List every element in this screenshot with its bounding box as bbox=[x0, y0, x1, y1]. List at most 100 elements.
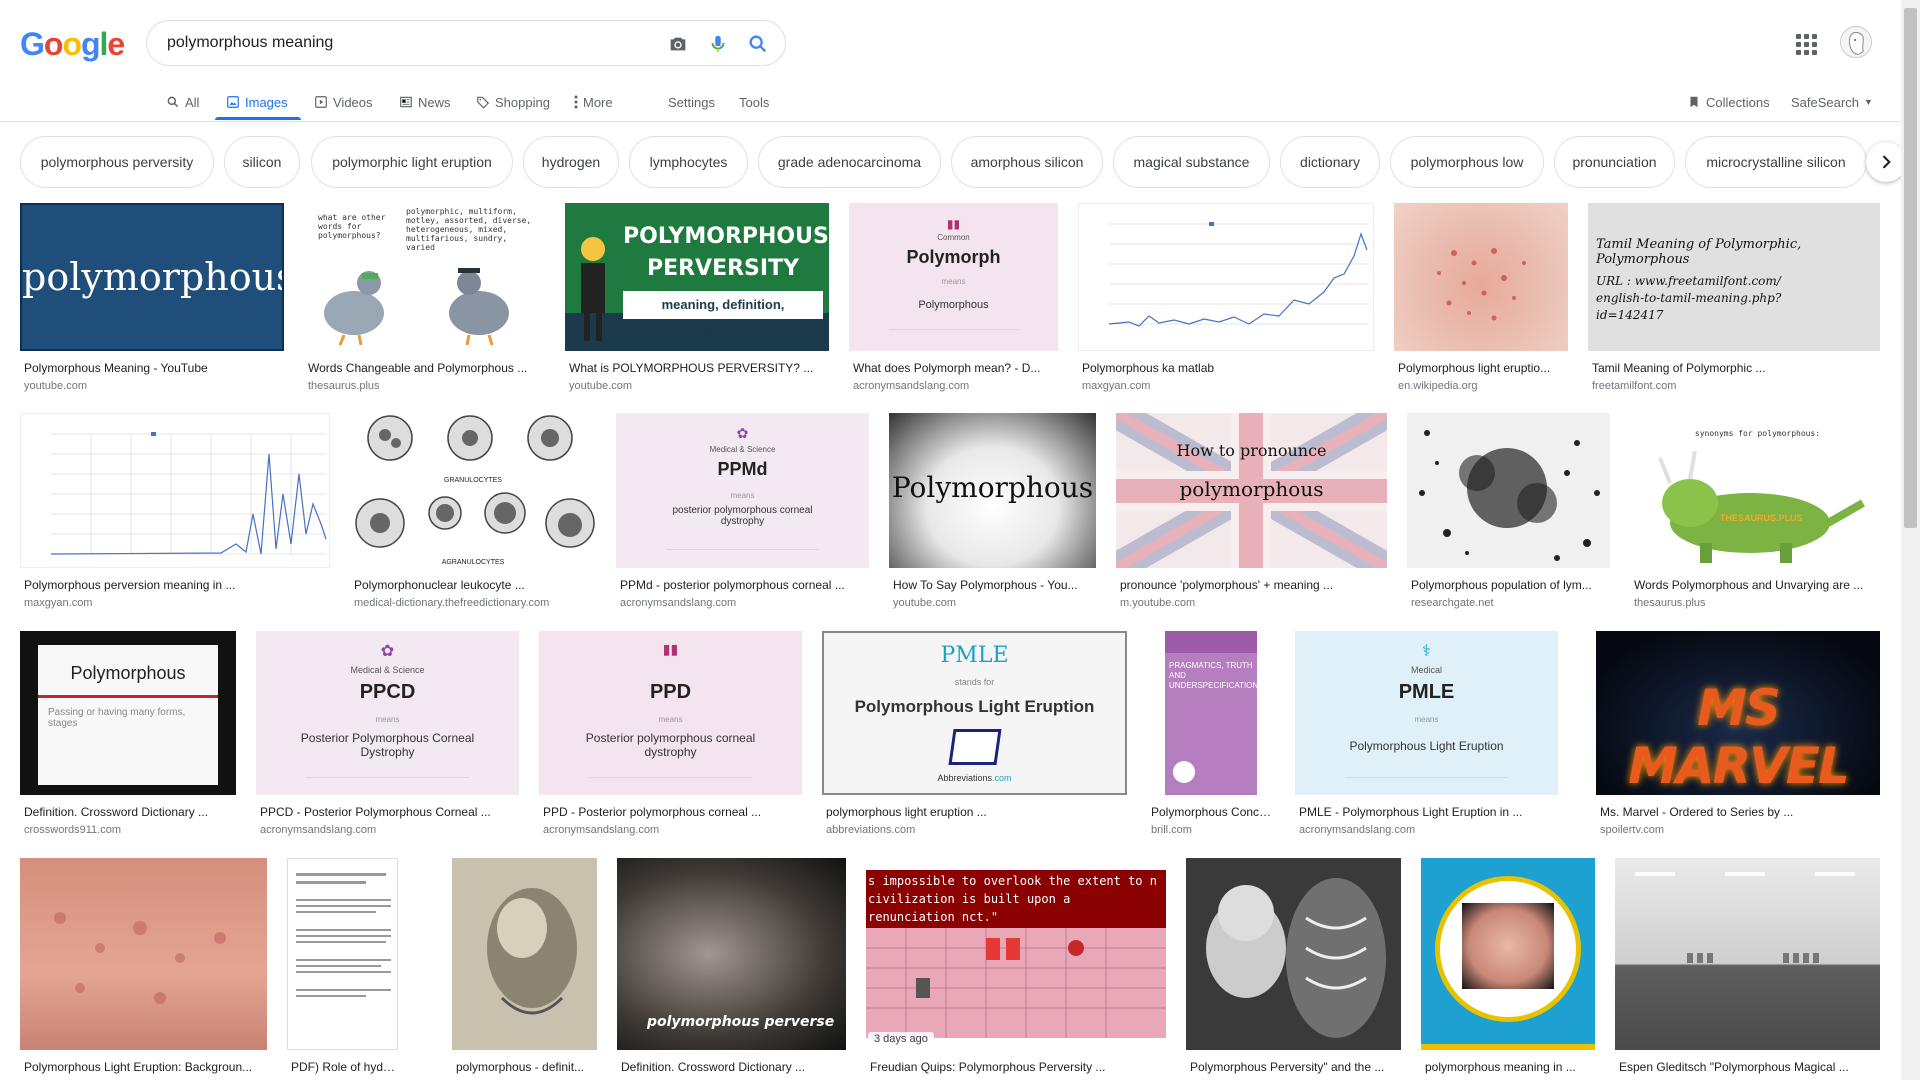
search-icon[interactable] bbox=[745, 31, 771, 57]
image-result[interactable]: ✿ Medical & Science PPMd means posterior… bbox=[616, 413, 869, 609]
chip[interactable]: polymorphous perversity bbox=[20, 136, 214, 188]
chip[interactable]: lymphocytes bbox=[629, 136, 748, 188]
image-result[interactable]: Espen Gleditsch "Polymorphous Magical ..… bbox=[1615, 858, 1880, 1074]
chip[interactable]: silicon bbox=[224, 136, 300, 188]
collections-link[interactable]: Collections bbox=[1687, 90, 1770, 114]
tools-link[interactable]: Tools bbox=[739, 90, 769, 114]
chip[interactable]: microcrystalline silicon bbox=[1685, 136, 1867, 188]
result-thumbnail: How to pronounce polymorphous bbox=[1116, 413, 1387, 568]
apps-grid-icon[interactable] bbox=[1794, 32, 1818, 56]
logo-letter: o bbox=[43, 26, 64, 62]
image-result[interactable]: Polymorphous Perversity" and the ... bbox=[1186, 858, 1401, 1074]
result-caption: PPMd - posterior polymorphous corneal ..… bbox=[620, 578, 845, 592]
result-caption: Ms. Marvel - Ordered to Series by ... bbox=[1600, 805, 1794, 819]
chip[interactable]: magical substance bbox=[1113, 136, 1270, 188]
camera-icon[interactable] bbox=[665, 31, 691, 57]
tab-more[interactable]: More bbox=[574, 90, 613, 114]
thumb-text: means bbox=[941, 277, 966, 286]
image-result[interactable]: ▮▮ Common Polymorph means Polymorphous W… bbox=[849, 203, 1058, 392]
thumb-text: Medical & Science bbox=[709, 445, 776, 454]
safesearch-menu[interactable]: SafeSearch ▼ bbox=[1791, 90, 1873, 114]
image-result[interactable]: polymorphous meaning in ... bbox=[1421, 858, 1595, 1074]
image-result[interactable]: PMLE stands for Polymorphous Light Erupt… bbox=[822, 631, 1127, 836]
chip[interactable]: hydrogen bbox=[523, 136, 619, 188]
image-result[interactable]: Tamil Meaning of Polymorphic, Polymorpho… bbox=[1588, 203, 1880, 392]
result-caption: Words Polymorphous and Unvarying are ... bbox=[1634, 578, 1864, 592]
result-caption: polymorphous meaning in ... bbox=[1425, 1060, 1576, 1074]
result-domain: brill.com bbox=[1151, 824, 1192, 836]
chip[interactable]: pronunciation bbox=[1554, 136, 1675, 188]
image-result[interactable]: Polymorphous perversion meaning in ... m… bbox=[20, 413, 330, 609]
collections-label: Collections bbox=[1706, 94, 1770, 110]
chip[interactable]: grade adenocarcinoma bbox=[758, 136, 941, 188]
tab-shopping[interactable]: Shopping bbox=[476, 90, 550, 114]
person-illustration bbox=[581, 237, 605, 341]
result-caption: Tamil Meaning of Polymorphic ... bbox=[1592, 361, 1766, 375]
thumb-text: Passing or having many forms, stages bbox=[48, 707, 186, 729]
image-result[interactable]: Polymorphous population of lym... resear… bbox=[1407, 413, 1610, 609]
tab-news[interactable]: News bbox=[399, 90, 451, 114]
result-domain: crosswords911.com bbox=[24, 824, 121, 836]
thumb-text: Abbreviations.com bbox=[937, 773, 1012, 783]
chip[interactable]: dictionary bbox=[1280, 136, 1380, 188]
result-domain: maxgyan.com bbox=[1082, 380, 1151, 392]
image-result[interactable]: Polymorphous Passing or having many form… bbox=[20, 631, 236, 836]
search-input[interactable] bbox=[167, 31, 627, 55]
image-result[interactable]: PDF) Role of hydroge... bbox=[287, 858, 398, 1074]
flashcard: Polymorphous Passing or having many form… bbox=[38, 645, 218, 785]
image-result[interactable]: POLYMORPHOUS PERVERSITY meaning, definiti… bbox=[565, 203, 829, 392]
image-result[interactable]: ⚕ Medical PMLE means Polymorphous Light … bbox=[1295, 631, 1558, 836]
result-domain: m.youtube.com bbox=[1120, 597, 1196, 609]
chip[interactable]: polymorphic light eruption bbox=[311, 136, 513, 188]
image-result[interactable]: ▮▮ PPD means Posterior polymorphous corn… bbox=[539, 631, 802, 836]
chip[interactable]: polymorphous low bbox=[1390, 136, 1544, 188]
circle-frame bbox=[1435, 876, 1581, 1022]
thumb-text: Posterior polymorphous corneal dystrophy bbox=[585, 731, 756, 759]
game-dialog: s impossible to overlook the extent to n… bbox=[866, 870, 1166, 928]
avatar[interactable] bbox=[1840, 26, 1872, 58]
image-result[interactable]: polymorphous Polymorphous Meaning - YouT… bbox=[20, 203, 284, 392]
result-domain: researchgate.net bbox=[1411, 597, 1494, 609]
image-result[interactable]: PRAGMATICS, TRUTH AND UNDERSPECIFICATION… bbox=[1147, 631, 1275, 836]
result-domain: freetamilfont.com bbox=[1592, 380, 1677, 392]
scrollbar-thumb[interactable] bbox=[1904, 8, 1917, 528]
image-result[interactable]: s impossible to overlook the extent to n… bbox=[866, 858, 1166, 1074]
image-result[interactable]: Polymorphous Light Eruption: Backgroun..… bbox=[20, 858, 267, 1074]
thumb-text: means bbox=[730, 491, 755, 500]
microphone-icon[interactable] bbox=[705, 31, 731, 57]
triceratops-illustration bbox=[1658, 450, 1865, 563]
image-result[interactable]: synonyms for polymorphous: THESAURUS.PLU… bbox=[1630, 413, 1880, 609]
logo-letter: l bbox=[99, 26, 109, 62]
image-result[interactable]: How to pronounce polymorphous pronounce … bbox=[1116, 413, 1387, 609]
thumb-title: POLYMORPHOUS PERVERSITY bbox=[623, 224, 829, 281]
image-icon bbox=[226, 95, 240, 109]
image-result[interactable]: Polymorphous light eruptio... en.wikiped… bbox=[1394, 203, 1568, 392]
result-thumbnail: ▮▮ PPD means Posterior polymorphous corn… bbox=[539, 631, 802, 795]
thumb-title: PMLE bbox=[1398, 681, 1455, 703]
settings-link[interactable]: Settings bbox=[668, 90, 715, 114]
image-result[interactable]: what are other words for polymorphous? p… bbox=[304, 203, 544, 392]
result-domain: acronymsandslang.com bbox=[260, 824, 377, 836]
tab-all[interactable]: All bbox=[166, 90, 199, 114]
page-scrollbar[interactable] bbox=[1901, 0, 1920, 1080]
search-box bbox=[146, 20, 786, 66]
thumb-text: Common bbox=[937, 233, 970, 242]
image-result[interactable]: polymorphous perverse Definition. Crossw… bbox=[617, 858, 846, 1074]
logo-letter: o bbox=[62, 26, 82, 62]
result-thumbnail bbox=[287, 858, 398, 1050]
image-result[interactable]: Polymorphous ka matlab maxgyan.com bbox=[1078, 203, 1374, 392]
image-result[interactable]: MS MARVEL Ms. Marvel - Ordered to Series… bbox=[1596, 631, 1880, 836]
result-caption: Polymorphous ka matlab bbox=[1082, 361, 1215, 375]
google-logo[interactable]: Google bbox=[20, 26, 125, 63]
result-caption: Polymorphous Perversity" and the ... bbox=[1190, 1060, 1385, 1074]
chip[interactable]: amorphous silicon bbox=[951, 136, 1103, 188]
related-searches-chips: polymorphous perversity silicon polymorp… bbox=[0, 136, 1920, 190]
image-result[interactable]: polymorphous - definit... bbox=[452, 858, 597, 1074]
image-result[interactable]: Polymorphous How To Say Polymorphous - Y… bbox=[889, 413, 1096, 609]
tab-videos[interactable]: Videos bbox=[314, 90, 373, 114]
chips-next-button[interactable] bbox=[1866, 142, 1906, 182]
image-result[interactable]: GRANULOCYTES AGRANULOCYTES Polymorphonuc… bbox=[350, 413, 596, 609]
tab-images[interactable]: Images bbox=[226, 90, 288, 114]
image-result[interactable]: ✿ Medical & Science PPCD means Posterior… bbox=[256, 631, 519, 836]
result-thumbnail bbox=[452, 858, 597, 1050]
